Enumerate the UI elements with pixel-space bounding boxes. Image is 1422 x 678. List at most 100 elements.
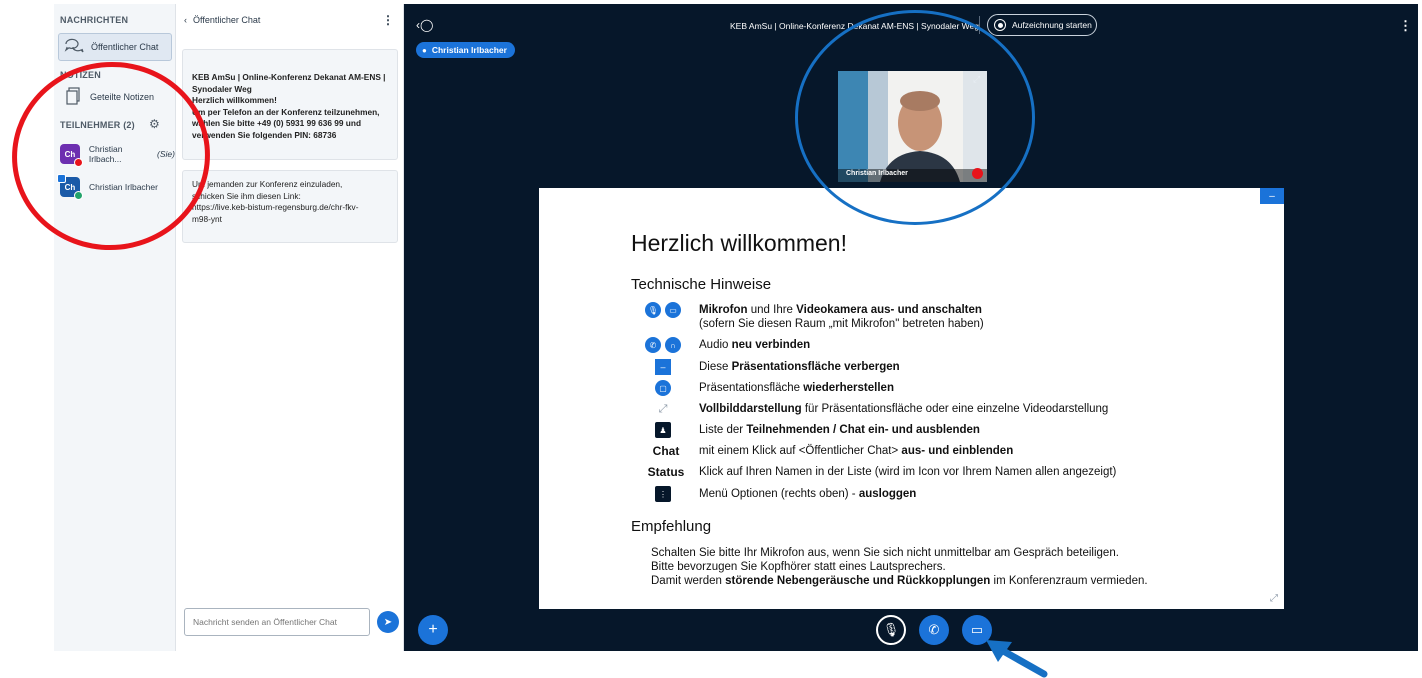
minimize-presentation-button[interactable]: – — [1260, 188, 1284, 204]
invite-line: schicken Sie ihm diesen Link: — [192, 190, 301, 201]
participant-row[interactable]: Ch Christian Irlbacher — [57, 171, 158, 203]
record-button[interactable]: Aufzeichnung starten — [987, 14, 1097, 36]
hint-row: Status Klick auf Ihren Namen in der List… — [539, 462, 1284, 482]
send-button[interactable]: ➤ — [377, 611, 399, 633]
hint-text: Audio — [699, 339, 732, 351]
phone-icon: ✆ — [928, 622, 940, 637]
chat-title: Öffentlicher Chat — [193, 15, 261, 25]
hint-row: Chat mit einem Klick auf <Öffentlicher C… — [539, 441, 1284, 461]
invite-message: Um jemanden zur Konferenz einzuladen, sc… — [182, 170, 398, 243]
recommendation-bold: störende Nebengeräusche und Rückkopplung… — [725, 575, 991, 587]
webcam-video-image — [838, 71, 987, 182]
notes-section-title: NOTIZEN — [60, 70, 101, 80]
welcome-line: Um per Telefon an der Konferenz teilzune… — [192, 106, 380, 117]
chevron-left-icon: ‹ — [184, 15, 187, 25]
fullscreen-icon: ⤢ — [658, 402, 668, 415]
restore-presentation-icon: ▢ — [655, 380, 671, 396]
hint-bold: Präsentationsfläche verbergen — [731, 361, 900, 373]
sidebar-item-public-chat[interactable]: Öffentlicher Chat — [58, 33, 172, 61]
participant-row-self[interactable]: Ch Christian Irlbach... (Sie) — [60, 138, 175, 170]
muted-mic-icon — [972, 168, 983, 179]
welcome-line: Herzlich willkommen! — [192, 95, 277, 105]
slide-subheading: Technische Hinweise — [631, 276, 772, 293]
sidebar: NACHRICHTEN Öffentlicher Chat NOTIZEN Ge… — [54, 4, 176, 651]
title-divider — [979, 16, 980, 34]
hint-bold: Vollbilddarstellung — [699, 403, 802, 415]
actions-plus-button[interactable]: + — [418, 615, 448, 645]
avatar: Ch — [57, 174, 83, 200]
welcome-line: verwenden Sie folgenden PIN: 68736 — [192, 129, 337, 140]
presentation-slide: – Herzlich willkommen! Technische Hinwei… — [539, 188, 1284, 609]
annotation-arrow-icon — [986, 640, 1048, 678]
hint-text: (sofern Sie diesen Raum „mit Mikrofon" b… — [699, 318, 984, 330]
sidebar-item-shared-notes[interactable]: Geteilte Notizen — [58, 83, 172, 111]
hint-text: mit einem Klick auf <Öffentlicher Chat> — [699, 445, 902, 457]
more-options-icon[interactable]: ⋮ — [382, 13, 394, 27]
phone-icon: ✆ — [645, 337, 661, 353]
microphone-off-icon: 🎙 — [882, 622, 900, 637]
recommendation-line: Damit werden — [651, 575, 726, 587]
unmute-microphone-button[interactable]: 🎙 — [876, 615, 906, 645]
hint-bold: Teilnehmenden / Chat ein- und ausblenden — [746, 424, 980, 436]
avatar-initials: Ch — [64, 182, 76, 192]
recommendation-line: Schalten Sie bitte Ihr Mikrofon aus, wen… — [651, 547, 1119, 559]
meeting-title: KEB AmSu | Online-Konferenz Dekanat AM-E… — [730, 21, 979, 31]
mic-icon: ● — [422, 45, 427, 55]
hint-row: ⋮ Menü Optionen (rechts oben) - auslogge… — [539, 484, 1284, 504]
public-chat-label: Öffentlicher Chat — [91, 42, 159, 52]
hint-row: ▢ Präsentationsfläche wiederherstellen — [539, 378, 1284, 398]
leave-audio-button[interactable]: ✆ — [919, 615, 949, 645]
messages-section-title: NACHRICHTEN — [60, 15, 129, 25]
slide-subheading: Empfehlung — [631, 518, 712, 535]
app-root: NACHRICHTEN Öffentlicher Chat NOTIZEN Ge… — [0, 0, 1422, 678]
settings-gear-icon[interactable]: ⚙ — [149, 117, 160, 131]
participant-name: Christian Irlbach... — [88, 144, 123, 164]
headphones-icon: ∩ — [665, 337, 681, 353]
hint-row: ✆ ∩ Audio neu verbinden — [539, 335, 1284, 355]
participants-section-title: TEILNEHMER (2) — [60, 120, 135, 130]
hint-text: Präsentationsfläche — [699, 382, 804, 394]
hint-text: Menü Optionen (rechts oben) - — [699, 488, 859, 500]
hint-bold: aus- und einblenden — [901, 445, 1014, 457]
record-label: Aufzeichnung starten — [1012, 20, 1092, 30]
chat-message-input[interactable] — [184, 608, 370, 636]
minimize-icon: – — [655, 359, 671, 375]
muted-mic-icon — [73, 158, 83, 167]
slide-heading: Herzlich willkommen! — [631, 230, 847, 256]
hint-text: Klick auf Ihren Namen in der Liste (wird… — [699, 466, 1117, 478]
talking-name: Christian Irlbacher — [431, 45, 507, 55]
chat-bubbles-icon — [63, 38, 85, 56]
welcome-message: KEB AmSu | Online-Konferenz Dekanat AM-E… — [182, 49, 398, 160]
invite-line: Um jemanden zur Konferenz einzuladen, — [192, 179, 343, 189]
welcome-line: wählen Sie bitte +49 (0) 5931 99 636 99 … — [192, 118, 362, 128]
mic-icon — [74, 191, 83, 200]
welcome-line: KEB AmSu | Online-Konferenz Dekanat AM-E… — [192, 72, 386, 82]
hint-text: für Präsentationsfläche oder eine einzel… — [801, 403, 1109, 415]
toggle-userlist-icon[interactable]: ‹◯ — [416, 18, 433, 32]
hint-row: – Diese Präsentationsfläche verbergen — [539, 357, 1284, 377]
plus-icon: + — [428, 621, 438, 638]
video-user-name[interactable]: Christian Irlbacher — [846, 170, 908, 177]
recommendation-line: Bitte bevorzugen Sie Kopfhörer statt ein… — [651, 561, 946, 573]
hint-row-continued: (sofern Sie diesen Raum „mit Mikrofon" b… — [539, 314, 1284, 334]
invite-link[interactable]: m98-ynt — [192, 214, 388, 226]
user-list-icon: ♟ — [655, 422, 671, 438]
invite-link[interactable]: https://live.keb-bistum-regensburg.de/ch… — [192, 202, 388, 214]
options-menu-icon[interactable]: ⋮ — [1399, 18, 1412, 34]
participant-name: Christian Irlbacher — [89, 182, 158, 192]
talking-indicator: ● Christian Irlbacher — [416, 42, 515, 58]
hint-label: Chat — [652, 444, 680, 458]
send-arrow-icon: ➤ — [383, 616, 393, 628]
hint-bold: wiederherstellen — [803, 382, 894, 394]
recommendation-text: Schalten Sie bitte Ihr Mikrofon aus, wen… — [651, 546, 1148, 588]
fullscreen-icon[interactable]: ⤢ — [973, 74, 980, 85]
hint-row: ♟ Liste der Teilnehmenden / Chat ein- un… — [539, 420, 1284, 440]
fullscreen-presentation-icon[interactable]: ⤢ — [1270, 593, 1278, 604]
chat-back-button[interactable]: ‹ Öffentlicher Chat — [184, 15, 260, 25]
main-area: ‹◯ ● Christian Irlbacher KEB AmSu | Onli… — [404, 4, 1418, 651]
chat-panel: ‹ Öffentlicher Chat ⋮ KEB AmSu | Online-… — [176, 4, 404, 651]
hint-bold: ausloggen — [858, 488, 917, 500]
welcome-line: Synodaler Weg — [192, 83, 252, 94]
record-icon — [994, 19, 1006, 31]
webcam-video-tile[interactable]: Christian Irlbacher ⤢ — [838, 71, 987, 182]
